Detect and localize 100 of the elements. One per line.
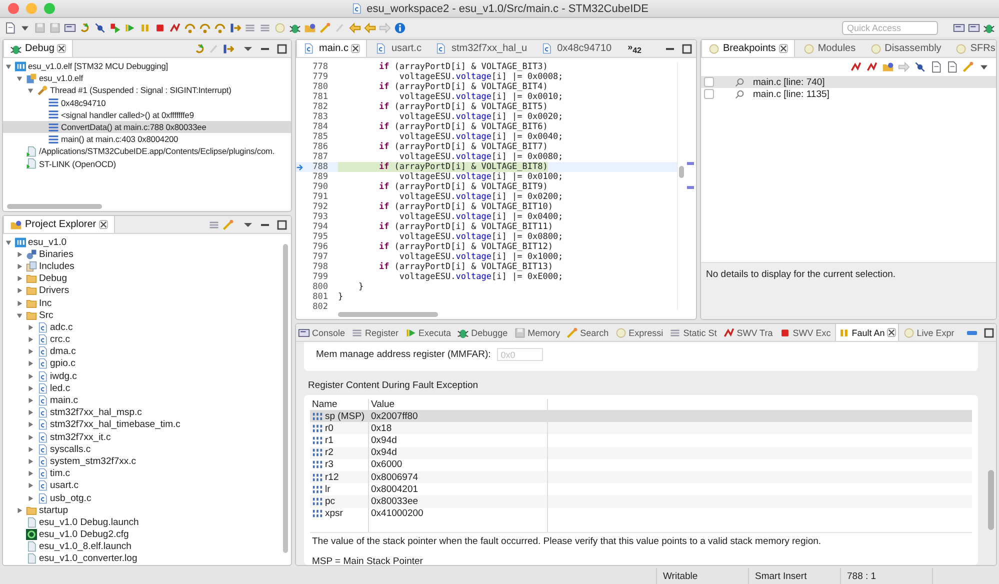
tree-item[interactable]: 0x48c94710 bbox=[3, 96, 291, 109]
tree-item[interactable]: stm32f7xx_hal_timebase_tim.c bbox=[3, 418, 283, 431]
stop-icon[interactable] bbox=[154, 22, 166, 34]
tree-item[interactable]: gpio.c bbox=[3, 358, 283, 370]
info-icon[interactable] bbox=[394, 22, 406, 34]
checkbox[interactable] bbox=[704, 77, 714, 87]
panel-tab[interactable]: Memory bbox=[512, 324, 562, 341]
tree-item[interactable]: dma.c bbox=[3, 346, 283, 358]
editor-tab[interactable]: usart.c bbox=[369, 40, 428, 57]
caret-down-icon[interactable] bbox=[16, 74, 23, 82]
maximize-icon[interactable] bbox=[276, 42, 288, 54]
tree-item[interactable]: main.c bbox=[3, 394, 283, 407]
caret-right-icon[interactable] bbox=[16, 506, 23, 514]
new-file-icon[interactable] bbox=[4, 22, 16, 34]
step-return-icon[interactable] bbox=[214, 22, 226, 34]
panel-tab[interactable]: Debugge bbox=[455, 324, 510, 341]
caret-right-icon[interactable] bbox=[16, 275, 23, 282]
tree-item[interactable]: esu_v1.0 bbox=[3, 236, 283, 248]
perspective-icon[interactable] bbox=[968, 22, 980, 34]
tree-item[interactable]: esu_v1.0.elf bbox=[3, 72, 291, 84]
table-row[interactable]: pc 0x80033ee bbox=[310, 495, 972, 508]
panel-tab[interactable]: SFRs bbox=[949, 40, 996, 57]
panel-tab[interactable]: SWV Tra bbox=[720, 324, 775, 341]
panel-tab[interactable]: Search bbox=[564, 324, 611, 341]
instruction-step-icon[interactable] bbox=[222, 42, 234, 54]
vertical-scrollbar[interactable] bbox=[988, 470, 994, 530]
caret-right-icon[interactable] bbox=[27, 336, 34, 344]
caret-right-icon[interactable] bbox=[27, 348, 34, 356]
caret-right-icon[interactable] bbox=[27, 482, 34, 490]
tree-item[interactable]: usart.c bbox=[3, 480, 283, 492]
tree-item[interactable]: Drivers bbox=[3, 284, 283, 297]
bug-icon[interactable] bbox=[10, 42, 22, 54]
caret-right-icon[interactable] bbox=[16, 250, 23, 258]
horizontal-scrollbar[interactable] bbox=[7, 204, 102, 209]
panel-tab[interactable]: Debug bbox=[3, 40, 74, 57]
editor-tab[interactable]: main.c bbox=[296, 40, 368, 57]
tree-item[interactable]: /Applications/STM32CubeIDE.app/Contents/Eclipse/plugins/com. bbox=[3, 145, 291, 158]
tree-item[interactable]: startup bbox=[3, 504, 283, 516]
editor-tab[interactable]: stm32f7xx_hal_u bbox=[429, 40, 534, 57]
close-icon[interactable] bbox=[778, 44, 788, 53]
vertical-scrollbar[interactable] bbox=[679, 166, 684, 178]
close-icon[interactable] bbox=[886, 328, 896, 337]
panel-tab[interactable]: Console bbox=[296, 324, 348, 341]
tree-item[interactable]: tim.c bbox=[3, 468, 283, 480]
vertical-scrollbar[interactable] bbox=[283, 244, 288, 553]
table-row[interactable]: r12 0x8006974 bbox=[310, 470, 972, 484]
tree-item[interactable]: ConvertData() at main.c:788 0x80033ee bbox=[3, 120, 291, 134]
panel-tab[interactable]: Register bbox=[349, 324, 401, 341]
caret-right-icon[interactable] bbox=[27, 324, 34, 331]
caret-right-icon[interactable] bbox=[27, 494, 34, 502]
horizontal-scrollbar[interactable] bbox=[338, 312, 438, 317]
panel-tab[interactable]: SWV Exc bbox=[776, 324, 833, 341]
tree-item[interactable]: esu_v1.0_converter.log bbox=[3, 552, 283, 565]
maximize-icon[interactable] bbox=[276, 218, 288, 230]
close-icon[interactable] bbox=[351, 44, 360, 53]
panel-tab[interactable]: Executa bbox=[402, 324, 454, 341]
tree-item[interactable]: <signal handler called>() at 0xfffffffe9 bbox=[3, 108, 291, 121]
checkbox[interactable] bbox=[704, 89, 714, 99]
caret-right-icon[interactable] bbox=[27, 409, 34, 416]
panel-tab[interactable]: Modules bbox=[796, 40, 862, 57]
panel-tab[interactable]: Static St bbox=[667, 324, 719, 341]
quick-access-field[interactable]: Quick Access bbox=[842, 20, 938, 34]
table-row[interactable]: xpsr 0x41000200 bbox=[310, 508, 972, 520]
table-row[interactable]: r0 0x18 bbox=[310, 422, 972, 434]
tree-item[interactable]: Src bbox=[3, 309, 283, 322]
close-icon[interactable] bbox=[99, 220, 108, 229]
tree-item[interactable]: iwdg.c bbox=[3, 370, 283, 382]
folder-icon[interactable] bbox=[10, 218, 22, 230]
breakpoint-item[interactable]: main.c [line: 740] bbox=[701, 76, 996, 88]
tree-item[interactable]: usb_otg.c bbox=[3, 492, 283, 504]
back-arrow-icon[interactable] bbox=[364, 22, 376, 34]
tree-item[interactable]: stm32f7xx_hal_msp.c bbox=[3, 406, 283, 419]
maximize-icon[interactable] bbox=[681, 42, 693, 54]
caret-right-icon[interactable] bbox=[16, 287, 23, 294]
panel-tab[interactable]: Project Explorer bbox=[3, 216, 116, 233]
caret-right-icon[interactable] bbox=[27, 458, 34, 465]
tree-item[interactable]: Thread #1 (Suspended : Signal : SIGINT:Interrupt) bbox=[3, 84, 291, 97]
table-row[interactable]: sp (MSP) 0x2007ff80 bbox=[310, 410, 972, 422]
table-row[interactable]: r2 0x94d bbox=[310, 446, 972, 459]
caret-down-icon[interactable] bbox=[5, 62, 12, 70]
caret-right-icon[interactable] bbox=[27, 397, 34, 404]
monitor-icon[interactable] bbox=[298, 326, 310, 338]
tree-item[interactable]: crc.c bbox=[3, 334, 283, 346]
tree-item[interactable]: main() at main.c:403 0x8004200 bbox=[3, 133, 291, 146]
instruction-step-icon[interactable] bbox=[229, 22, 241, 34]
caret-down-icon[interactable] bbox=[27, 86, 34, 94]
caret-right-icon[interactable] bbox=[27, 360, 34, 368]
more-tabs-button[interactable]: »$_{42}$ bbox=[628, 42, 642, 55]
tree-item[interactable]: Inc bbox=[3, 296, 283, 310]
panel-tab[interactable]: Expressi bbox=[612, 324, 666, 341]
step-into-icon[interactable] bbox=[184, 22, 196, 34]
tree-item[interactable]: Binaries bbox=[3, 248, 283, 260]
play-icon[interactable] bbox=[124, 22, 136, 34]
debug-perspective-icon[interactable] bbox=[983, 22, 995, 34]
tree-item[interactable]: ST-LINK (OpenOCD) bbox=[3, 158, 291, 170]
caret-right-icon[interactable] bbox=[27, 421, 34, 428]
refresh-icon[interactable] bbox=[194, 42, 206, 54]
panel-tab[interactable]: Live Expr bbox=[900, 324, 956, 341]
perspective-icon[interactable] bbox=[953, 22, 965, 34]
tree-item[interactable]: led.c bbox=[3, 382, 283, 394]
